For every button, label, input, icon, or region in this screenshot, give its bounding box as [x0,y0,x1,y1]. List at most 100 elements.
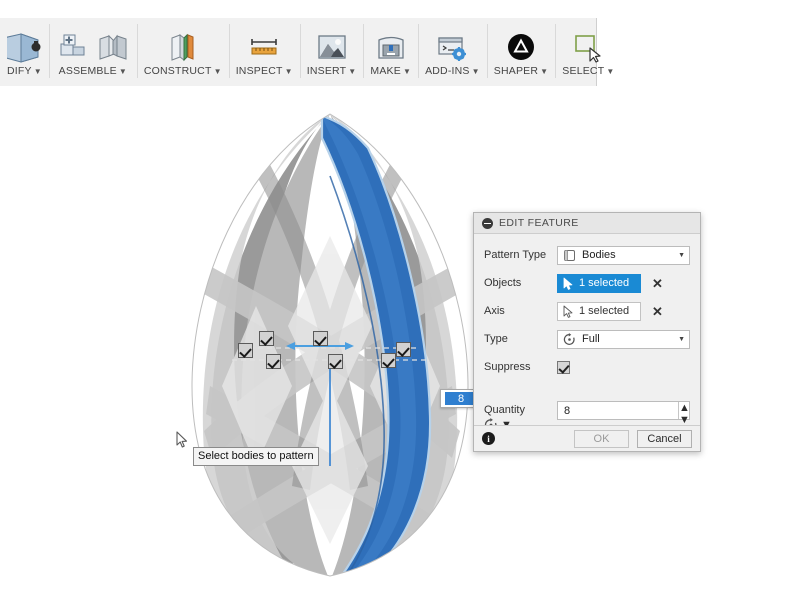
chevron-down-icon[interactable]: ▼ [348,67,356,76]
objects-clear-icon[interactable]: ✕ [652,277,663,290]
row-suppress: Suppress [474,353,700,381]
select-cursor-icon [571,30,605,64]
insert-image-icon [315,30,349,64]
toolbar-group-label: CONSTRUCT▼ [144,65,222,77]
edit-feature-dialog[interactable]: EDIT FEATURE Pattern Type Bodies ▼ Ob [473,212,701,452]
chevron-down-icon[interactable]: ▼ [678,336,685,343]
construct-plane-icon [166,30,200,64]
toolbar-group-label: INSERT▼ [307,65,357,77]
toolbar-group-make[interactable]: MAKE▼ [363,18,418,86]
mouse-cursor-icon [176,431,188,448]
pattern-marker-checkbox[interactable] [259,331,274,346]
toolbar-icons [315,22,349,64]
pattern-marker-checkbox[interactable] [396,342,411,357]
toolbar-group-shaper[interactable]: SHAPER▼ [487,18,556,86]
suppress-label: Suppress [484,361,557,373]
toolbar-group-label: ADD-INS▼ [425,65,480,77]
suppress-checkbox[interactable] [557,361,570,374]
toolbar-group-label: MAKE▼ [370,65,411,77]
dialog-body: Pattern Type Bodies ▼ Objects [474,234,700,433]
toolbar-group-construct[interactable]: CONSTRUCT▼ [137,18,229,86]
objects-value: 1 selected [579,277,629,289]
chevron-down-icon[interactable]: ▼ [472,67,480,76]
pattern-marker-checkbox[interactable] [328,354,343,369]
dialog-title: EDIT FEATURE [499,217,579,229]
toolbar-group-insert[interactable]: INSERT▼ [300,18,364,86]
scripts-addins-icon [435,30,469,64]
quantity-label: Quantity [484,404,525,416]
info-icon[interactable]: i [482,432,495,445]
assemble-joint-icon [56,30,90,64]
objects-label: Objects [484,277,557,289]
toolbar-group-addins[interactable]: ADD-INS▼ [418,18,487,86]
toolbar-icons [166,22,200,64]
toolbar-group-label: DIFY▼ [7,65,42,77]
toolbar-icons [7,22,41,64]
chevron-down-icon[interactable]: ▼ [34,67,42,76]
quantity-spinner[interactable]: ▲ ▼ [678,402,689,419]
chevron-down-icon[interactable]: ▼ [540,67,548,76]
toolbar-label-text: INSERT [307,65,347,77]
toolbar-icons [374,22,408,64]
toolbar-group-label: SELECT▼ [562,65,614,77]
cancel-button[interactable]: Cancel [637,430,692,448]
toolbar-group-inspect[interactable]: INSPECT▼ [229,18,300,86]
toolbar-label-text: SELECT [562,65,604,77]
quantity-value[interactable]: 8 [558,402,678,419]
toolbar-label-text: ASSEMBLE [59,65,117,77]
toolbar-group-select[interactable]: SELECT▼ [555,18,621,86]
chevron-down-icon[interactable]: ▼ [606,67,614,76]
chevron-down-icon[interactable]: ▼ [285,67,293,76]
axis-clear-icon[interactable]: ✕ [652,305,663,318]
objects-select-button[interactable]: 1 selected [557,274,641,293]
select-cursor-icon [563,305,574,318]
pattern-marker-checkbox[interactable] [266,354,281,369]
collapse-circle-icon[interactable] [482,218,493,229]
toolbar-group-modify[interactable]: DIFY▼ [0,18,49,86]
measure-ruler-icon [247,30,281,64]
chevron-down-icon[interactable]: ▼ [403,67,411,76]
toolbar-icons [247,22,281,64]
type-value: Full [582,333,672,345]
spinner-up-icon[interactable]: ▲ [679,402,689,414]
toolbar-group-label: ASSEMBLE▼ [59,65,127,77]
row-objects: Objects 1 selected ✕ [474,269,700,297]
type-dropdown[interactable]: Full ▼ [557,330,690,349]
bodies-icon [563,249,576,262]
shaper-logo-icon [504,30,538,64]
toolbar-label-text: CONSTRUCT [144,65,212,77]
dialog-footer: i OK Cancel [474,425,700,451]
tooltip-text: Select bodies to pattern [198,450,314,462]
pattern-marker-checkbox[interactable] [313,331,328,346]
axis-label: Axis [484,305,557,317]
pattern-type-label: Pattern Type [484,249,557,261]
main-toolbar: DIFY▼ [0,18,597,87]
toolbar-label-text: MAKE [370,65,401,77]
fusion-360-window: DIFY▼ [0,0,800,600]
toolbar-group-label: INSPECT▼ [236,65,293,77]
chevron-down-icon[interactable]: ▼ [214,67,222,76]
toolbar-group-label: SHAPER▼ [494,65,549,77]
pattern-marker-checkbox[interactable] [381,353,396,368]
type-label: Type [484,333,557,345]
ok-button[interactable]: OK [574,430,629,448]
toolbar-label-text: ADD-INS [425,65,470,77]
axis-value: 1 selected [579,305,629,317]
chevron-down-icon[interactable]: ▼ [119,67,127,76]
window-top-strip [0,0,800,18]
pattern-type-dropdown[interactable]: Bodies ▼ [557,246,690,265]
toolbar-group-assemble[interactable]: ASSEMBLE▼ [49,18,137,86]
dialog-header[interactable]: EDIT FEATURE [474,213,700,234]
modify-box-icon [7,30,41,64]
pattern-marker-checkbox[interactable] [238,343,253,358]
axis-select-button[interactable]: 1 selected [557,302,641,321]
3d-print-icon [374,30,408,64]
quantity-input[interactable]: 8 ▲ ▼ [557,401,690,420]
toolbar-label-text: SHAPER [494,65,538,77]
toolbar-label-text: DIFY [7,65,32,77]
as-built-joint-icon [96,30,130,64]
chevron-down-icon[interactable]: ▼ [678,252,685,259]
toolbar-label-text: INSPECT [236,65,283,77]
toolbar-icons [56,22,130,64]
row-type: Type Full ▼ [474,325,700,353]
